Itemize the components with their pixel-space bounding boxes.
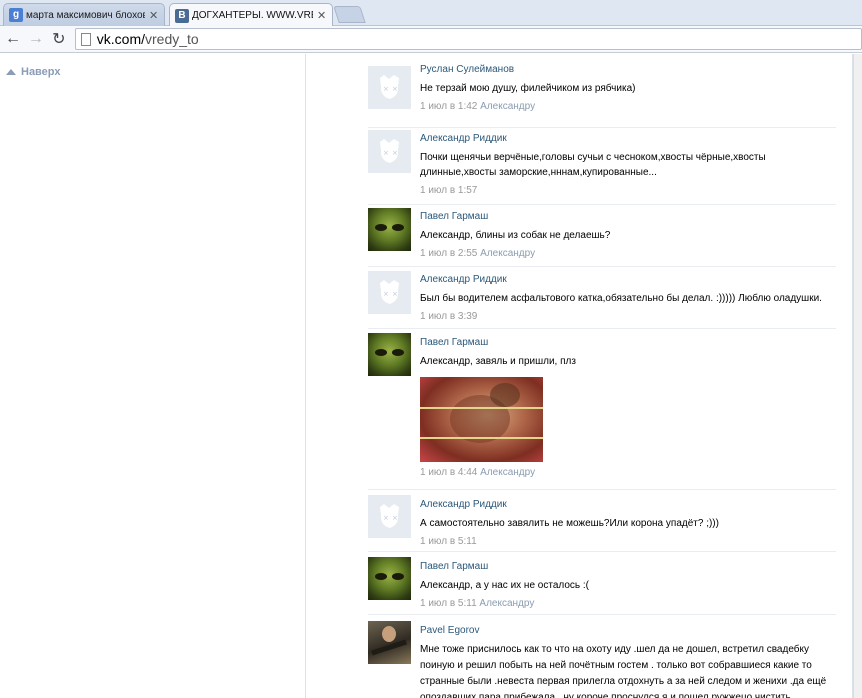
comment-text: Мне тоже приснилось как то что на охоту … (420, 644, 827, 698)
comment-date[interactable]: 1 июл в 4:44 (420, 467, 477, 478)
comment-text: Александр, завяль и пришли, плз (420, 356, 576, 367)
new-tab-button[interactable] (333, 6, 366, 23)
comment-meta: 1 июл в 1:42 Александру (420, 101, 836, 112)
comment-author[interactable]: Павел Гармаш (420, 337, 836, 348)
comment-date[interactable]: 1 июл в 5:11 (420, 536, 477, 547)
comment-date[interactable]: 1 июл в 2:55 (420, 248, 477, 259)
svg-text:×: × (383, 149, 389, 157)
comment-author[interactable]: Павел Гармаш (420, 561, 836, 572)
comment-meta: 1 июл в 4:44 Александру (420, 467, 836, 478)
comment-date[interactable]: 1 июл в 3:39 (420, 311, 477, 322)
close-icon[interactable]: ✕ (149, 9, 159, 22)
page-icon (80, 32, 91, 46)
comment-item: Павел Гармаш Александр, блины из собак н… (368, 204, 836, 266)
comment-author[interactable]: Павел Гармаш (420, 211, 836, 222)
alien-avatar[interactable] (368, 208, 411, 251)
dog-placeholder-icon[interactable]: × × (368, 66, 411, 109)
dog-placeholder-icon[interactable]: × × (368, 130, 411, 173)
svg-text:×: × (392, 514, 398, 522)
scrollbar[interactable] (853, 54, 862, 698)
person-avatar[interactable] (368, 621, 411, 664)
comment-item: × × Александр Риддик А самостоятельно зав… (368, 489, 836, 551)
comment-text: Был бы водителем асфальтового катка,обяз… (420, 293, 822, 304)
comment-text: А самостоятельно завялить не можешь?Или … (420, 518, 719, 529)
svg-text:×: × (392, 149, 398, 157)
comment-meta: 1 июл в 5:11 (420, 536, 836, 547)
svg-text:×: × (392, 85, 398, 93)
svg-text:×: × (383, 85, 389, 93)
comment-text: Александр, а у нас их не осталось :( (420, 580, 589, 591)
comment-date[interactable]: 1 июл в 1:42 (420, 101, 477, 112)
alien-avatar[interactable] (368, 333, 411, 376)
address-host: vk.com/ (96, 31, 145, 47)
comment-text: Не терзай мою душу, филейчиком из рябчик… (420, 83, 636, 94)
comment-author[interactable]: Pavel Egorov (420, 625, 836, 636)
dog-placeholder-icon[interactable]: × × (368, 495, 411, 538)
comment-item: Павел Гармаш Александр, а у нас их не ос… (368, 551, 836, 613)
comment-item: Павел Гармаш Александр, завяль и пришли,… (368, 328, 836, 488)
vk-icon: В (175, 8, 189, 23)
back-to-top-label: Наверх (21, 66, 61, 78)
tab-vk-doghunters[interactable]: В ДОГХАНТЕРЫ. WWW.VRED ✕ (169, 3, 333, 27)
svg-text:×: × (383, 514, 389, 522)
comment-reply-to[interactable]: Александру (480, 248, 535, 259)
tab-title: марта максимович блохово (26, 9, 145, 21)
address-path: vredy_to (145, 31, 199, 47)
comment-meta: 1 июл в 5:11 Александру (420, 598, 836, 609)
comment-date[interactable]: 1 июл в 1:57 (420, 185, 477, 196)
tab-title: ДОГХАНТЕРЫ. WWW.VRED (192, 10, 313, 21)
comment-author[interactable]: Александр Риддик (420, 133, 836, 144)
comment-meta: 1 июл в 2:55 Александру (420, 248, 836, 259)
reload-icon[interactable]: ↻ (49, 29, 69, 49)
browser-toolbar: ← → ↻ vk.com/ vredy_to (0, 26, 862, 53)
dog-placeholder-icon[interactable]: × × (368, 271, 411, 314)
comment-meta: 1 июл в 1:57 (420, 185, 836, 196)
tab-google-search[interactable]: g марта максимович блохово ✕ (3, 3, 165, 26)
comment-reply-to[interactable]: Александру (479, 598, 534, 609)
comment-date[interactable]: 1 июл в 5:11 (420, 598, 477, 609)
address-bar[interactable]: vk.com/ vredy_to (74, 28, 862, 50)
google-icon: g (9, 8, 23, 22)
comment-reply-to[interactable]: Александру (480, 467, 535, 478)
comment-text: Почки щенячьи верчёные,головы сучьи с че… (420, 152, 766, 178)
back-arrow-icon[interactable]: ← (3, 29, 23, 49)
comment-author[interactable]: Александр Риддик (420, 274, 836, 285)
svg-text:×: × (392, 290, 398, 298)
comment-reply-to[interactable]: Александру (480, 101, 535, 112)
comment-text: Александр, блины из собак не делаешь? (420, 230, 611, 241)
comment-meta: 1 июл в 3:39 (420, 311, 836, 322)
comment-item: × × Александр Риддик Был бы водителем асф… (368, 266, 836, 328)
comment-item: × × Руслан Сулейманов Не терзай мою душу,… (368, 64, 836, 126)
tab-strip: g марта максимович блохово ✕ В ДОГХАНТЕР… (0, 0, 862, 27)
vk-page: Наверх × × Руслан Сулейманов Не терзай мо… (0, 54, 862, 698)
comment-item: Pavel Egorov Мне тоже приснилось как то … (368, 614, 836, 698)
attached-photo[interactable] (420, 377, 543, 462)
close-icon[interactable]: ✕ (317, 9, 327, 22)
svg-text:×: × (383, 290, 389, 298)
comment-author[interactable]: Александр Риддик (420, 499, 836, 510)
back-to-top-link[interactable]: Наверх (6, 66, 61, 78)
comment-author[interactable]: Руслан Сулейманов (420, 64, 836, 75)
comment-item: × × Александр Риддик Почки щенячьи верчён… (368, 127, 836, 202)
alien-avatar[interactable] (368, 557, 411, 600)
arrow-up-icon (6, 69, 16, 75)
forward-arrow-icon[interactable]: → (26, 29, 46, 49)
